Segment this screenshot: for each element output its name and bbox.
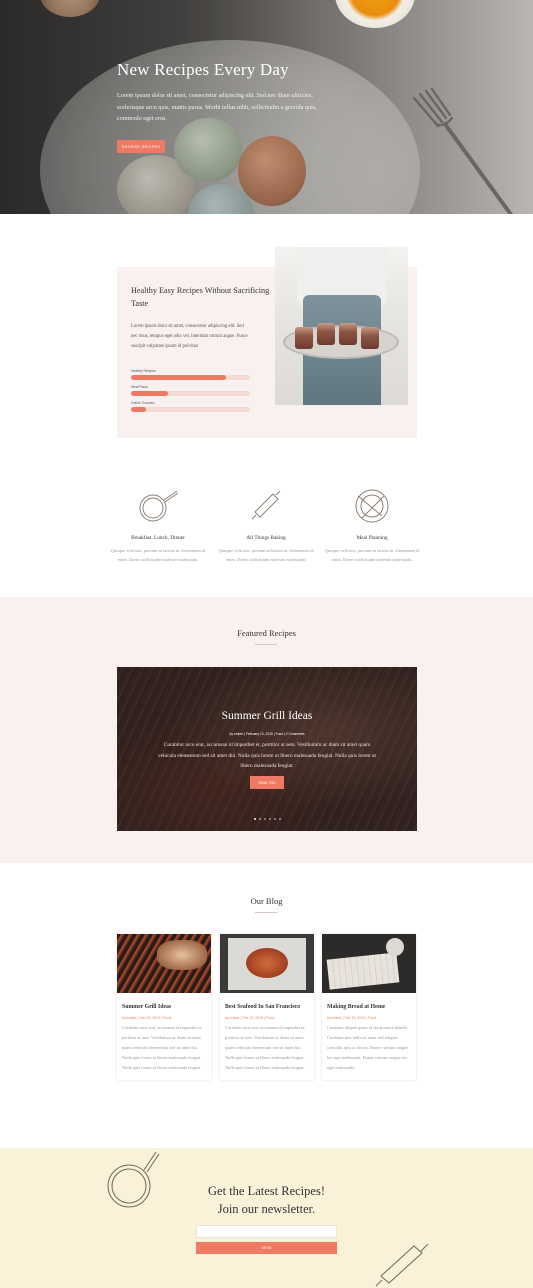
rolling-pin-icon [375,1243,429,1287]
newsletter-section: Get the Latest Recipes! Join our newslett… [0,1148,533,1288]
blog-post-title[interactable]: Summer Grill Ideas [122,1003,206,1013]
read-this-button[interactable]: READ THIS [250,776,284,789]
blog-title: Our Blog [250,896,283,906]
frying-pan-icon [108,488,208,524]
blog-bowl-image [386,938,404,956]
newsletter-title-line2: Join our newsletter. [217,1202,316,1216]
blog-post-excerpt: Curabitur arcu erat, accumsan id imperdi… [122,1024,203,1071]
blog-card[interactable]: Best Seafood In San Francisco by ember |… [220,934,314,1080]
progress-bar [131,391,250,396]
slide-meta: by ember | February 13, 2019 | Food | 0 … [229,732,305,736]
hero-section: New Recipes Every Day Lorem ipsum dolor … [0,0,533,214]
progress-fill [131,407,147,412]
newsletter-title-line1: Get the Latest Recipes! [208,1184,325,1198]
newsletter-email-input[interactable] [196,1225,337,1238]
featured-title: Featured Recipes [237,628,296,638]
photo-glass [361,327,379,349]
slider-dot[interactable] [263,818,266,820]
browse-recipes-button[interactable]: BROWSE RECIPES [117,140,165,153]
feature-body: Quisque velit nisi, pretium ut lacinia i… [324,548,420,563]
slider-dot[interactable] [268,818,271,820]
feature-item: Meal Planning Quisque velit nisi, pretiu… [322,488,422,565]
slider-dot[interactable] [253,818,256,820]
hero-body: Lorem ipsum dolor sit amet, consectetur … [117,92,317,122]
featured-slider[interactable]: Summer Grill Ideas by ember | February 1… [117,667,417,831]
blog-card[interactable]: Summer Grill Ideas by ember | Feb 13, 20… [117,934,211,1080]
feature-body: Quisque velit nisi, pretium ut lacinia i… [218,548,314,563]
title-divider [255,644,277,645]
slider-dot[interactable] [258,818,261,820]
photo-glass [295,327,313,349]
blog-post-title[interactable]: Making Bread at Home [327,1003,411,1013]
blog-post-meta[interactable]: by ember | Feb 13, 2019 | Food [225,1016,309,1020]
plate-cutlery-icon [322,488,422,524]
photo-glass [339,323,357,345]
blog-seafood-image[interactable] [220,934,314,993]
bar-label: Meal Plans [131,385,148,389]
chef-holding-tray-image [275,247,408,405]
slider-dot[interactable] [273,818,276,820]
send-button[interactable]: SEND [196,1242,337,1254]
feature-title: Breakfast, Lunch, Dinner [131,535,185,541]
feature-item: All Things Baking Quisque velit nisi, pr… [216,488,316,565]
progress-fill [131,391,168,396]
hero-title: New Recipes Every Day [117,60,289,79]
slide-title[interactable]: Summer Grill Ideas [117,710,417,722]
blog-food-image [157,940,207,970]
about-body: Lorem ipsum dolor sit amet, consectetur … [131,324,248,349]
slider-pagination [117,818,417,820]
blog-card[interactable]: Making Bread at Home by ember | Feb 13, … [322,934,416,1080]
about-title: Healthy Easy Recipes Without Sacrificing… [131,286,270,308]
blog-post-meta[interactable]: by ember | Feb 13, 2019 | Food [122,1016,206,1020]
blog-dough-image [326,952,400,990]
newsletter-title: Get the Latest Recipes! Join our newslett… [0,1182,533,1218]
feature-body: Quisque velit nisi, pretium ut lacinia i… [110,548,206,563]
photo-glass [317,323,335,345]
rolling-pin-icon [216,488,316,524]
blog-post-title[interactable]: Best Seafood In San Francisco [225,1003,309,1013]
blog-post-excerpt: Curabitur aliquet quam id dui posuere bl… [327,1024,409,1071]
feature-title: All Things Baking [246,535,286,541]
progress-fill [131,375,227,380]
progress-bar [131,375,250,380]
bar-label: Healthy Recipes [131,369,156,373]
slide-body: Curabitur arcu erat, accumsan id imperdi… [158,742,376,769]
blog-post-excerpt: Curabitur arcu erat, accumsan id imperdi… [225,1024,306,1071]
feature-item: Breakfast, Lunch, Dinner Quisque velit n… [108,488,208,565]
title-divider [255,912,277,913]
progress-bar [131,407,250,412]
bar-label: Online Courses [131,401,155,405]
blog-post-meta[interactable]: by ember | Feb 13, 2019 | Food [327,1016,411,1020]
blog-bread-image[interactable] [322,934,416,993]
blog-grill-image[interactable] [117,934,211,993]
slider-dot[interactable] [278,818,281,820]
feature-title: Meal Planning [356,535,388,541]
blog-crab-image [246,948,288,978]
